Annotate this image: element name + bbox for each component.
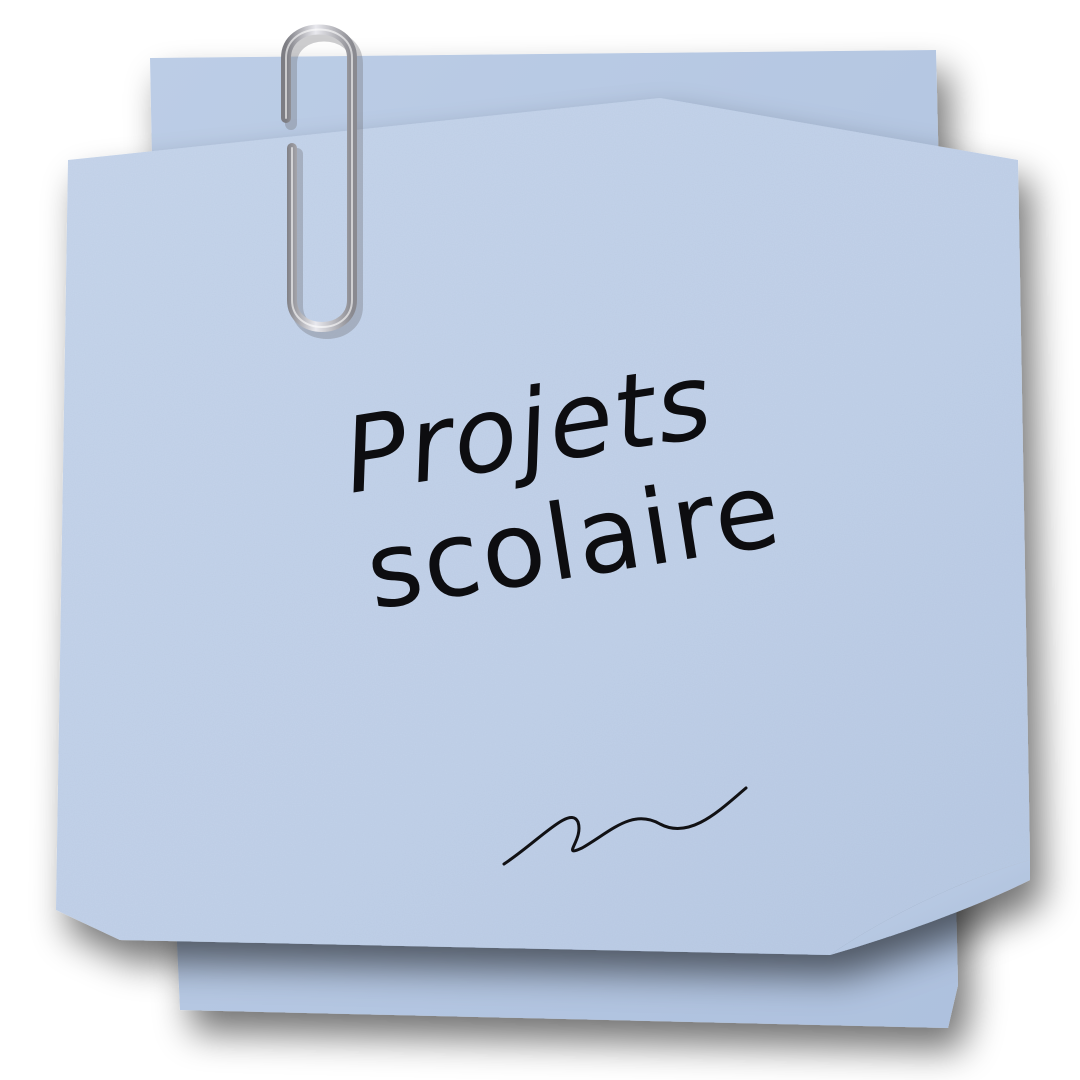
sticky-note-graphic: Projets scolaire — [0, 0, 1080, 1080]
